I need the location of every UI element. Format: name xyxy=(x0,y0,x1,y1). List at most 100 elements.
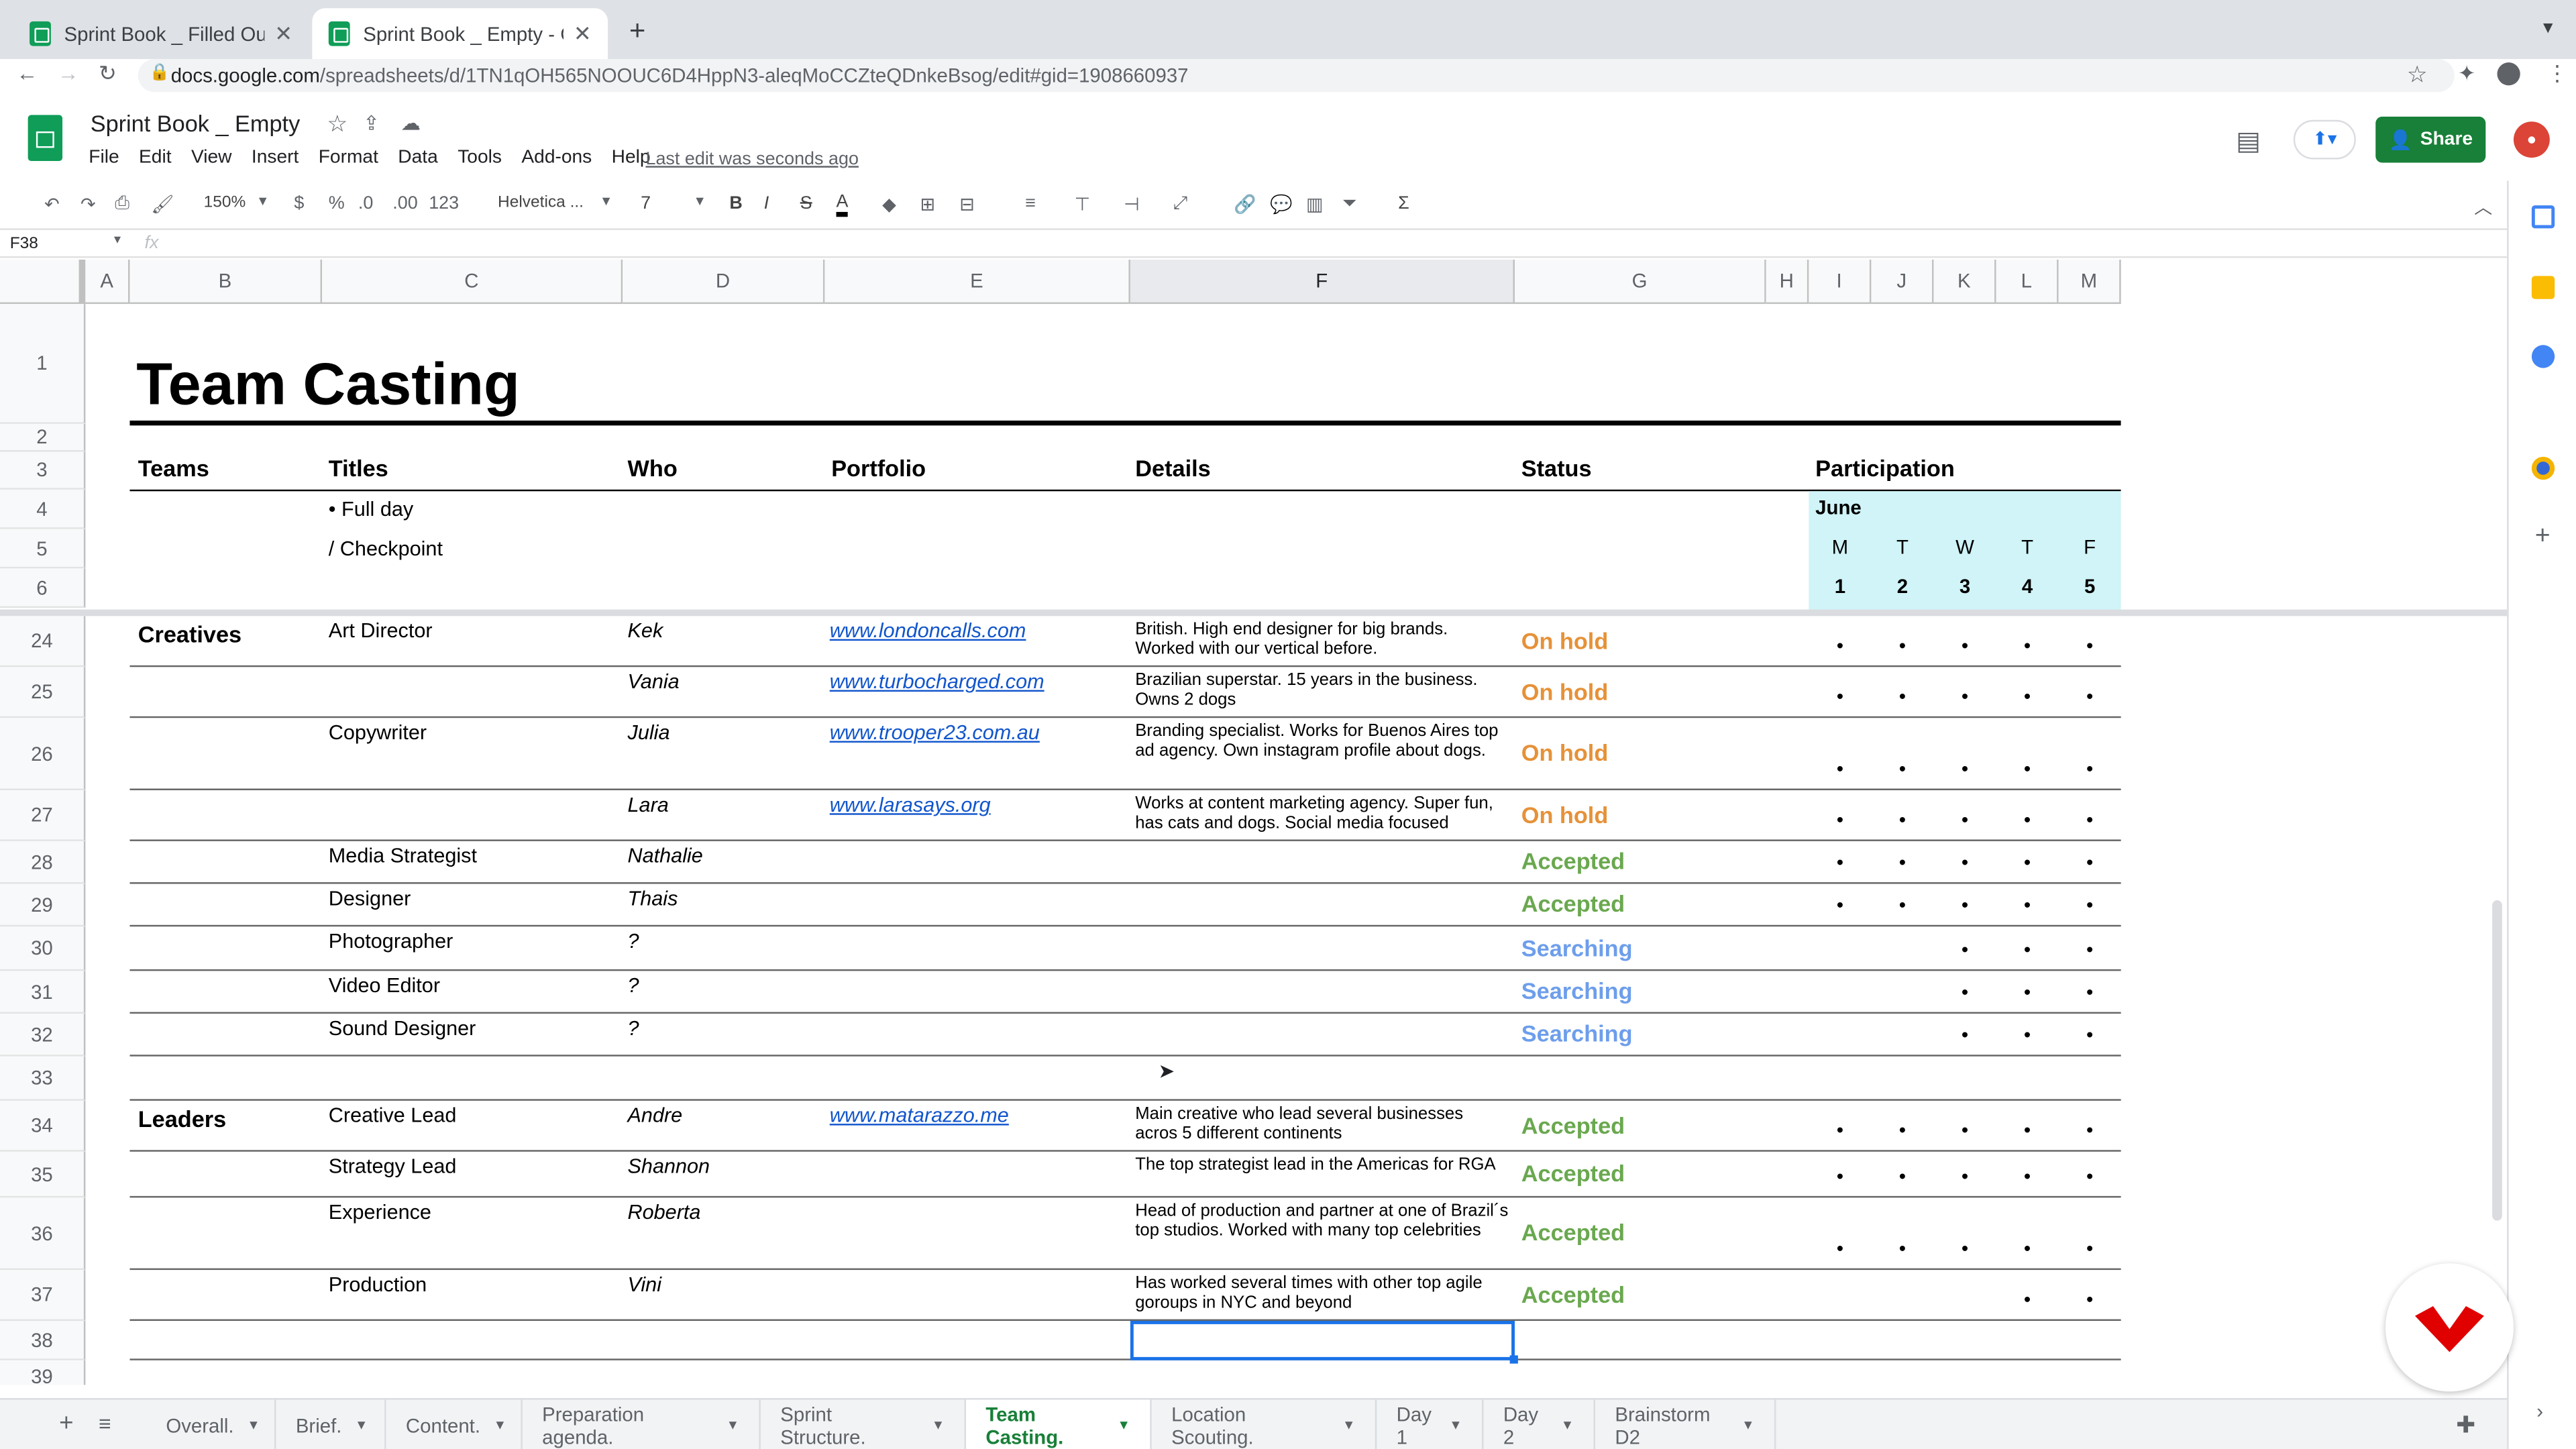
participation-dot[interactable] xyxy=(1933,1288,1996,1311)
vertical-scrollbar[interactable] xyxy=(2492,900,2502,1221)
participation-dot[interactable]: • xyxy=(1871,1237,1933,1260)
participation-dot[interactable]: • xyxy=(2059,757,2121,780)
strikethrough-button[interactable]: S xyxy=(800,194,812,213)
participation-dot[interactable]: • xyxy=(1996,851,2059,874)
role-title[interactable]: Photographer xyxy=(329,930,453,953)
participation-dot[interactable]: • xyxy=(1933,757,1996,780)
who-name[interactable]: ? xyxy=(628,1017,639,1040)
participation-dot[interactable]: • xyxy=(1933,634,1996,657)
participation-dot[interactable]: • xyxy=(1933,981,1996,1004)
status-badge[interactable]: Accepted xyxy=(1521,1281,1625,1307)
row-header[interactable]: 36 xyxy=(0,1197,86,1271)
participation-dot[interactable] xyxy=(1871,1288,1933,1311)
star-icon[interactable]: ☆ xyxy=(327,110,347,138)
who-name[interactable]: Julia xyxy=(628,721,670,744)
row-header[interactable]: 5 xyxy=(0,529,86,569)
row-header[interactable]: 27 xyxy=(0,790,86,841)
portfolio-link[interactable]: www.turbocharged.com xyxy=(830,670,1044,693)
details-text[interactable]: Works at content marketing agency. Super… xyxy=(1135,794,1509,833)
column-header[interactable]: B xyxy=(129,259,323,305)
participation-dot[interactable]: • xyxy=(1809,1237,1871,1260)
menu-format[interactable]: Format xyxy=(319,148,378,167)
participation-dot[interactable]: • xyxy=(1933,1119,1996,1142)
details-text[interactable]: Head of production and partner at one of… xyxy=(1135,1201,1509,1240)
role-title[interactable]: Copywriter xyxy=(329,721,427,744)
share-button[interactable]: 👤 Share xyxy=(2375,116,2486,163)
who-name[interactable]: Shannon xyxy=(628,1155,710,1178)
participation-dot[interactable]: • xyxy=(1871,634,1933,657)
who-name[interactable]: Roberta xyxy=(628,1201,701,1224)
currency-button[interactable]: $ xyxy=(294,194,304,213)
spreadsheet-grid[interactable]: A B C D E F G H I J K L M 1 2 3 4 5 6 Te… xyxy=(0,259,2508,1385)
text-rotation-icon[interactable]: ⤢ xyxy=(1173,194,1188,215)
who-name[interactable]: Kek xyxy=(628,619,663,642)
sheet-tab[interactable]: Brainstorm D2 ▼ xyxy=(1595,1399,1776,1449)
all-sheets-icon[interactable]: ≡ xyxy=(99,1411,111,1436)
sheet-tab[interactable]: Team Casting. ▼ xyxy=(966,1399,1152,1449)
column-header[interactable]: A xyxy=(85,259,130,305)
menu-view[interactable]: View xyxy=(191,148,232,167)
fill-handle[interactable] xyxy=(1509,1355,1518,1364)
menu-addons[interactable]: Add-ons xyxy=(521,148,592,167)
cloud-status-icon[interactable]: ☁ xyxy=(401,112,421,135)
sheets-logo-icon[interactable] xyxy=(28,115,63,162)
participation-dot[interactable]: • xyxy=(1809,808,1871,831)
portfolio-link[interactable]: www.larasays.org xyxy=(830,794,991,816)
document-title[interactable]: Sprint Book _ Empty xyxy=(91,110,301,136)
participation-dot[interactable]: • xyxy=(1996,685,2059,708)
role-title[interactable]: Video Editor xyxy=(329,974,440,997)
status-badge[interactable]: Searching xyxy=(1521,977,1633,1004)
status-badge[interactable]: Accepted xyxy=(1521,1219,1625,1245)
insert-link-icon[interactable]: 🔗 xyxy=(1234,194,1256,215)
decrease-decimal-button[interactable]: .0 xyxy=(358,194,374,213)
frozen-rows-divider[interactable] xyxy=(0,609,2508,616)
participation-dot[interactable]: • xyxy=(2059,1119,2121,1142)
close-icon[interactable]: ✕ xyxy=(574,21,592,47)
row-header[interactable]: 37 xyxy=(0,1270,86,1321)
row-header[interactable]: 26 xyxy=(0,718,86,790)
move-folder-icon[interactable]: ⇪ xyxy=(363,112,380,135)
participation-dot[interactable]: • xyxy=(1996,981,2059,1004)
participation-dot[interactable]: • xyxy=(2059,938,2121,961)
explore-icon[interactable]: ✚ xyxy=(2456,1411,2475,1440)
row-header[interactable]: 3 xyxy=(0,451,86,490)
row-header[interactable]: 1 xyxy=(0,304,86,424)
participation-dot[interactable]: • xyxy=(1933,894,1996,916)
sheet-tab[interactable]: Day 1 ▼ xyxy=(1377,1399,1484,1449)
role-title[interactable]: Sound Designer xyxy=(329,1017,476,1040)
team-label[interactable]: Creatives xyxy=(138,621,241,647)
last-edit-link[interactable]: Last edit was seconds ago xyxy=(645,150,858,169)
role-title[interactable]: Production xyxy=(329,1273,427,1296)
profile-icon[interactable] xyxy=(2497,62,2520,86)
addon-icon[interactable] xyxy=(2531,456,2555,480)
comments-icon[interactable]: ▤ xyxy=(2236,125,2261,158)
column-header[interactable]: E xyxy=(824,259,1130,305)
text-color-button[interactable]: A xyxy=(836,193,849,217)
merge-cells-icon[interactable]: ⊟ xyxy=(959,194,975,215)
formula-input[interactable] xyxy=(180,230,2497,256)
font-size-select[interactable]: 7 xyxy=(641,194,651,213)
participation-dot[interactable]: • xyxy=(1871,685,1933,708)
column-header[interactable]: G xyxy=(1514,259,1766,305)
participation-dot[interactable]: • xyxy=(1809,1119,1871,1142)
close-icon[interactable]: ✕ xyxy=(274,21,292,47)
row-header[interactable]: 25 xyxy=(0,667,86,718)
row-header[interactable]: 2 xyxy=(0,423,86,452)
row-header[interactable]: 35 xyxy=(0,1151,86,1198)
bold-button[interactable]: B xyxy=(729,194,742,213)
browser-menu-icon[interactable]: ⋮ xyxy=(2546,61,2568,87)
participation-dot[interactable]: • xyxy=(2059,1237,2121,1260)
menu-edit[interactable]: Edit xyxy=(139,148,172,167)
participation-dot[interactable] xyxy=(1871,1024,1933,1046)
details-text[interactable]: Main creative who lead several businesse… xyxy=(1135,1104,1509,1144)
add-sheet-button[interactable]: + xyxy=(59,1409,73,1438)
row-header[interactable]: 31 xyxy=(0,971,86,1014)
bookmark-star-icon[interactable]: ☆ xyxy=(2407,61,2428,89)
column-header[interactable]: D xyxy=(623,259,825,305)
menu-insert[interactable]: Insert xyxy=(252,148,299,167)
details-text[interactable]: Brazilian superstar. 15 years in the bus… xyxy=(1135,670,1509,710)
browser-tab[interactable]: Sprint Book _ Filled Out - Goog ✕ xyxy=(13,8,309,59)
participation-dot[interactable]: • xyxy=(1871,757,1933,780)
participation-dot[interactable] xyxy=(1871,938,1933,961)
who-name[interactable]: Nathalie xyxy=(628,845,703,867)
